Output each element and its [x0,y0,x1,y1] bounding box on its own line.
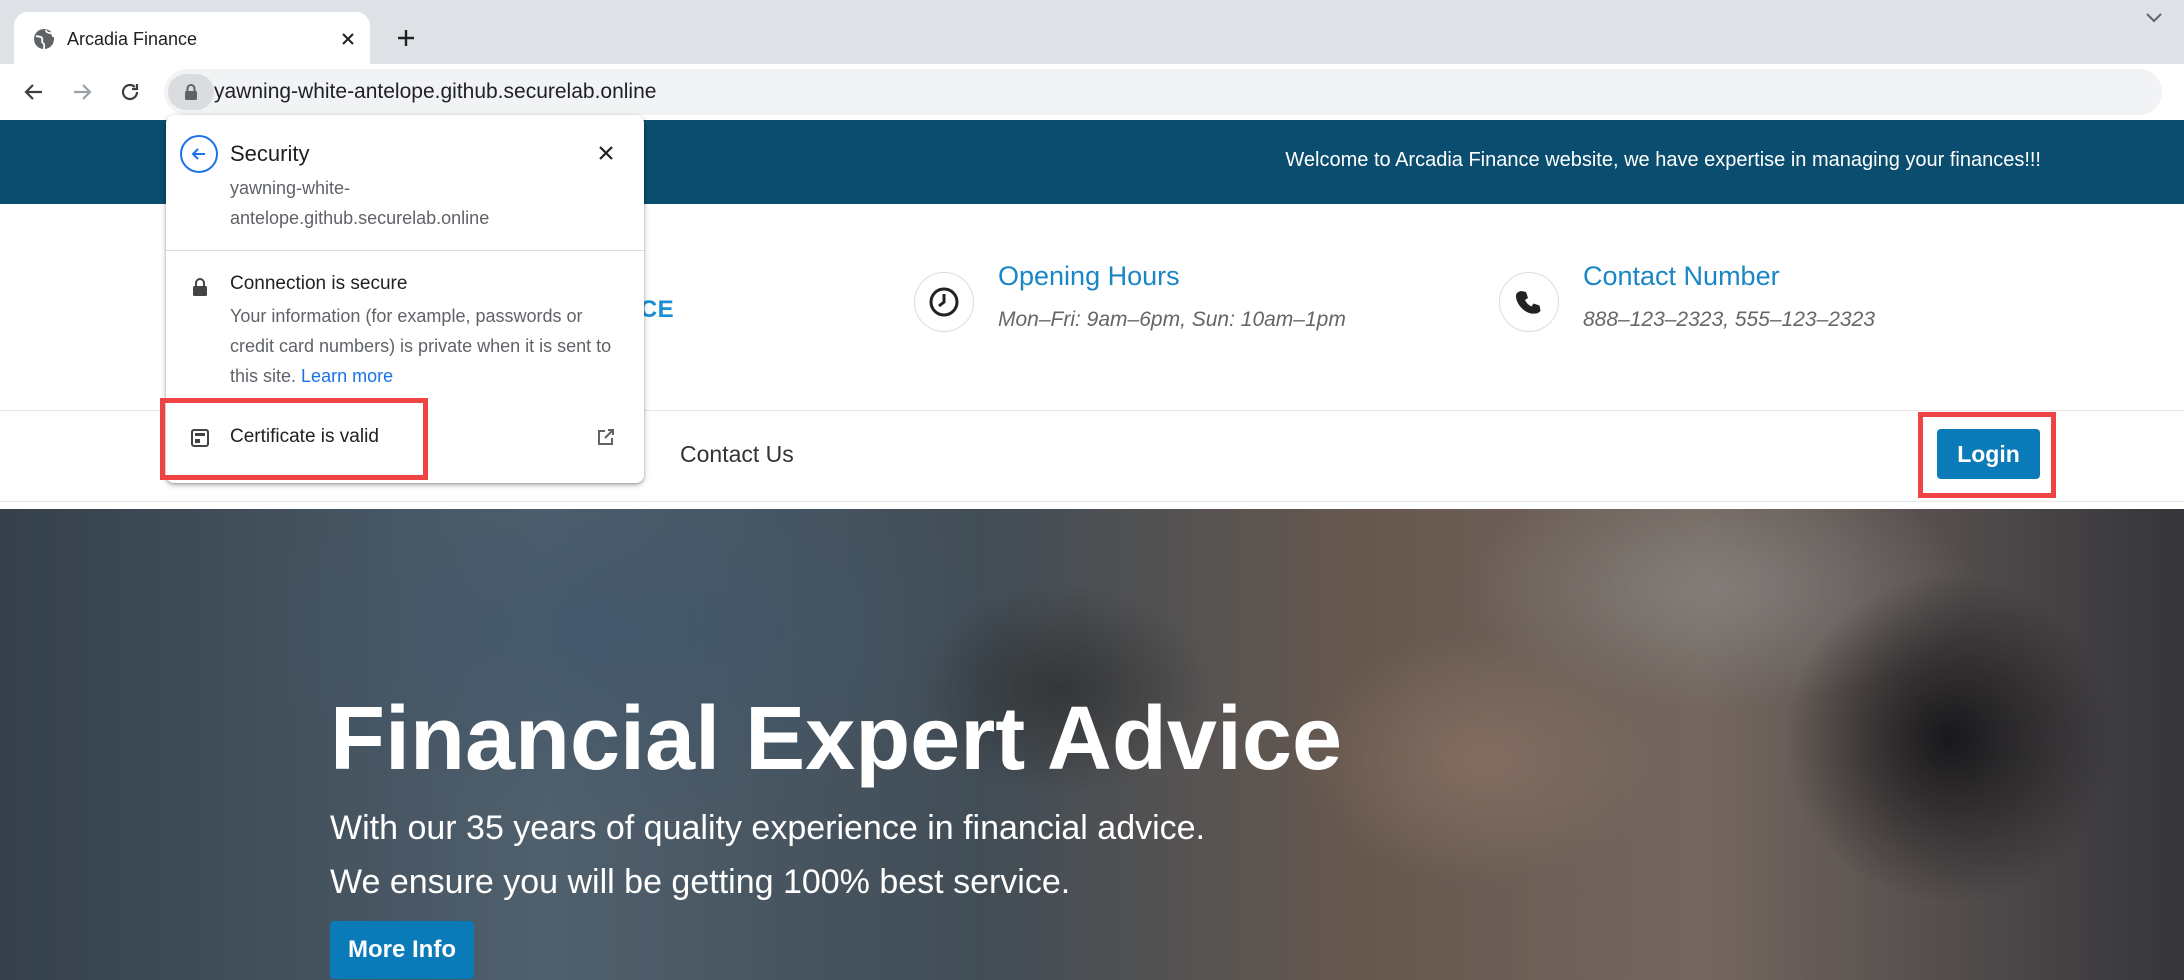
learn-more-link[interactable]: Learn more [301,366,393,386]
tab-title: Arcadia Finance [67,29,198,49]
chevron-down-icon[interactable] [2142,6,2166,30]
contact-number-text: 888–123–2323, 555–123–2323 [1583,308,1875,331]
close-icon[interactable] [594,141,618,165]
popup-title: Security [230,141,310,166]
back-icon[interactable] [16,74,52,110]
address-bar[interactable]: yawning-white-antelope.github.securelab.… [164,69,2162,115]
browser-toolbar: yawning-white-antelope.github.securelab.… [0,64,2184,120]
login-button[interactable]: Login [1937,429,2040,479]
connection-status: Connection is secure [230,273,408,294]
contact-number-title: Contact Number [1583,261,1780,291]
connection-info: Your information (for example, passwords… [230,301,620,391]
hero-title: Financial Expert Advice [330,689,1343,789]
lock-icon [192,277,208,297]
forward-icon[interactable] [64,74,100,110]
welcome-text: Welcome to Arcadia Finance website, we h… [1285,149,2041,171]
opening-hours-text: Mon–Fri: 9am–6pm, Sun: 10am–1pm [998,308,1346,331]
tab-strip: Arcadia Finance [0,0,2184,66]
hero-subtitle-1: With our 35 years of quality experience … [330,809,1206,847]
hero-banner: Financial Expert Advice With our 35 year… [0,509,2184,980]
nav-contact-us[interactable]: Contact Us [680,441,794,468]
popup-divider [166,250,644,251]
phone-icon [1499,272,1559,332]
popup-host: yawning-white-antelope.github.securelab.… [230,178,490,228]
hero-subtitle-2: We ensure you will be getting 100% best … [330,863,1071,901]
close-tab-icon[interactable] [336,27,360,51]
more-info-button[interactable]: More Info [330,921,474,979]
hero-content: Financial Expert Advice With our 35 year… [330,689,1342,979]
opening-hours-title: Opening Hours [998,261,1180,291]
globe-icon [32,27,56,51]
lock-icon[interactable] [168,74,214,110]
security-popup: Security yawning-white-antelope.github.s… [166,115,644,483]
clock-icon [914,272,974,332]
connection-info-text: Your information (for example, passwords… [230,306,612,386]
url-text: yawning-white-antelope.github.securelab.… [214,80,657,103]
browser-tab[interactable]: Arcadia Finance [14,12,370,66]
certificate-status[interactable]: Certificate is valid [230,426,379,448]
back-arrow-icon[interactable] [180,135,218,173]
reload-icon[interactable] [112,74,148,110]
new-tab-icon[interactable] [392,24,420,52]
certificate-icon [190,428,210,448]
external-link-icon[interactable] [596,427,618,449]
